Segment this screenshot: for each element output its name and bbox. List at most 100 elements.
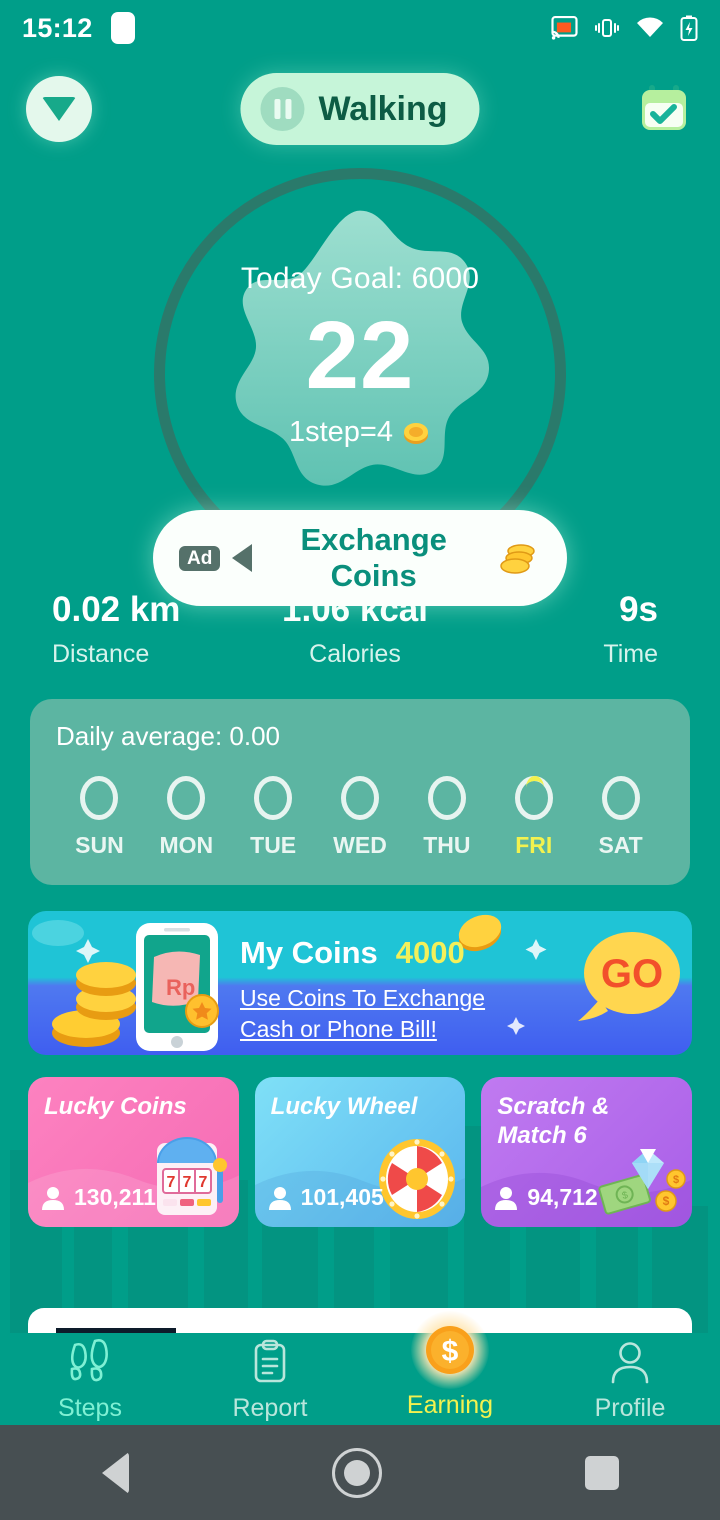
- tab-earning-label: Earning: [406, 1391, 494, 1419]
- day-progress-ring: [601, 776, 640, 820]
- exchange-coins-ad-button[interactable]: Ad Exchange Coins: [153, 510, 567, 606]
- recents-icon[interactable]: [584, 1455, 619, 1490]
- day-label: MON: [159, 832, 214, 858]
- daily-average-label: Daily average: 0.00: [56, 721, 281, 751]
- game-player-count: 94,712: [527, 1184, 598, 1210]
- svg-text:$: $: [673, 1174, 679, 1186]
- day-progress-ring: [427, 776, 466, 820]
- status-bar: 15:12: [0, 0, 720, 56]
- weekly-panel: Daily average: 0.00 SUN MON TUE WED THU …: [30, 699, 690, 885]
- game-players: 101,405: [268, 1184, 384, 1211]
- battery-charging-icon: [680, 15, 698, 41]
- wifi-icon: [637, 17, 663, 37]
- game-title: Lucky Wheel: [270, 1093, 418, 1120]
- speaker-icon: [232, 544, 253, 572]
- person-icon: [268, 1186, 291, 1210]
- game-players: 130,211: [42, 1184, 156, 1211]
- step-hero: Today Goal: 6000 22 1step=4 Ad Exchange …: [0, 162, 720, 606]
- step-rate-row: 1step=4: [0, 416, 720, 449]
- step-rate-label: 1step=4: [288, 416, 393, 448]
- svg-text:7: 7: [182, 1174, 191, 1191]
- status-time: 15:12: [22, 12, 93, 43]
- coin-icon: [404, 422, 428, 444]
- my-coins-title: My Coins: [240, 935, 378, 970]
- svg-text:$: $: [442, 1335, 459, 1368]
- back-icon[interactable]: [101, 1451, 129, 1494]
- banknote: $: [598, 1174, 651, 1215]
- ad-badge: Ad: [179, 545, 221, 571]
- phone-money-icon: Rp: [136, 923, 219, 1051]
- day-fri[interactable]: FRI: [490, 776, 577, 859]
- game-player-count: 130,211: [74, 1184, 156, 1210]
- day-sat[interactable]: SAT: [577, 776, 664, 859]
- game-card-lucky-coins[interactable]: Lucky Coins 130,211 7 7 7: [28, 1077, 239, 1227]
- day-wed[interactable]: WED: [317, 776, 404, 859]
- hero-text-block: Today Goal: 6000 22 1step=4: [0, 262, 720, 449]
- tab-profile[interactable]: Profile: [540, 1339, 720, 1423]
- vibrate-icon: [595, 19, 619, 37]
- earning-coin-glow: $: [411, 1311, 489, 1389]
- person-icon: [495, 1186, 518, 1210]
- clipboard-icon: [254, 1339, 286, 1383]
- pause-icon: [260, 87, 305, 131]
- stat-calories-label: Calories: [309, 640, 401, 668]
- week-days-row: SUN MON TUE WED THU FRI SAT: [56, 776, 664, 859]
- day-progress-ring: [341, 776, 379, 820]
- slot-machine-icon: 7 7 7: [156, 1137, 227, 1215]
- chevron-down-icon: [42, 97, 76, 121]
- day-label: SUN: [75, 832, 124, 858]
- home-icon[interactable]: [331, 1447, 382, 1498]
- day-progress-ring: [514, 776, 553, 820]
- android-navigation-bar: [0, 1425, 720, 1520]
- game-players: 94,712: [495, 1184, 598, 1211]
- coin-stack-art: [52, 962, 136, 1047]
- day-thu[interactable]: THU: [403, 776, 490, 859]
- stat-time-label: Time: [603, 640, 658, 668]
- svg-text:7: 7: [198, 1174, 207, 1191]
- game-title: Lucky Coins: [44, 1093, 187, 1120]
- person-icon: [611, 1342, 649, 1384]
- my-coins-row: My Coins 4000: [240, 935, 540, 971]
- day-label: TUE: [250, 832, 297, 858]
- day-mon[interactable]: MON: [143, 776, 230, 859]
- game-cards-row: Lucky Coins 130,211 7 7 7 Lucky Wheel 10…: [28, 1077, 693, 1227]
- game-player-count: 101,405: [300, 1184, 384, 1210]
- speech-bubble-icon: GO: [578, 932, 680, 1021]
- dropdown-button[interactable]: [26, 76, 92, 142]
- my-coins-subtitle: Use Coins To Exchange Cash or Phone Bill…: [240, 985, 486, 1043]
- coin-stack-icon: [500, 544, 535, 574]
- day-label: SAT: [598, 832, 643, 858]
- game-card-lucky-wheel[interactable]: Lucky Wheel 101,405: [254, 1077, 466, 1227]
- walking-mode-button[interactable]: Walking: [240, 73, 480, 145]
- svg-text:GO: GO: [601, 952, 663, 996]
- person-icon: [42, 1186, 64, 1210]
- day-progress-ring: [167, 776, 206, 820]
- day-label: WED: [333, 832, 387, 858]
- walking-mode-label: Walking: [318, 89, 448, 128]
- my-coins-banner[interactable]: Rp GO My Coins 4000 Use Coins To Exchang…: [28, 911, 692, 1055]
- dollar-coin-icon: $: [426, 1326, 474, 1374]
- tab-profile-label: Profile: [594, 1394, 666, 1422]
- top-nav-bar: Walking: [0, 56, 720, 162]
- tab-report-label: Report: [232, 1394, 308, 1422]
- tab-report[interactable]: Report: [180, 1339, 360, 1423]
- banner-text-block: My Coins 4000 Use Coins To Exchange Cash…: [240, 935, 540, 1045]
- status-notification-icon: [110, 12, 135, 44]
- day-tue[interactable]: TUE: [230, 776, 317, 859]
- step-count-value: 22: [305, 302, 415, 409]
- day-label: FRI: [515, 832, 553, 858]
- day-sun[interactable]: SUN: [56, 776, 143, 859]
- calendar-check-icon: [642, 85, 686, 130]
- calendar-checkin-button[interactable]: [634, 79, 694, 139]
- svg-text:7: 7: [166, 1174, 175, 1191]
- game-card-scratch-match[interactable]: Scratch & Match 6 94,712 $ $ $: [481, 1077, 693, 1227]
- tab-steps[interactable]: Steps: [0, 1339, 180, 1423]
- svg-text:$: $: [663, 1194, 670, 1208]
- svg-text:Rp: Rp: [166, 975, 195, 1000]
- footprints-icon: [70, 1339, 108, 1382]
- my-coins-amount: 4000: [395, 935, 465, 970]
- bottom-tab-bar: Steps Report $ Earning Profile: [0, 1311, 720, 1423]
- stat-distance-label: Distance: [52, 640, 150, 668]
- tab-earning[interactable]: $ Earning: [360, 1311, 540, 1420]
- day-progress-ring: [254, 776, 293, 820]
